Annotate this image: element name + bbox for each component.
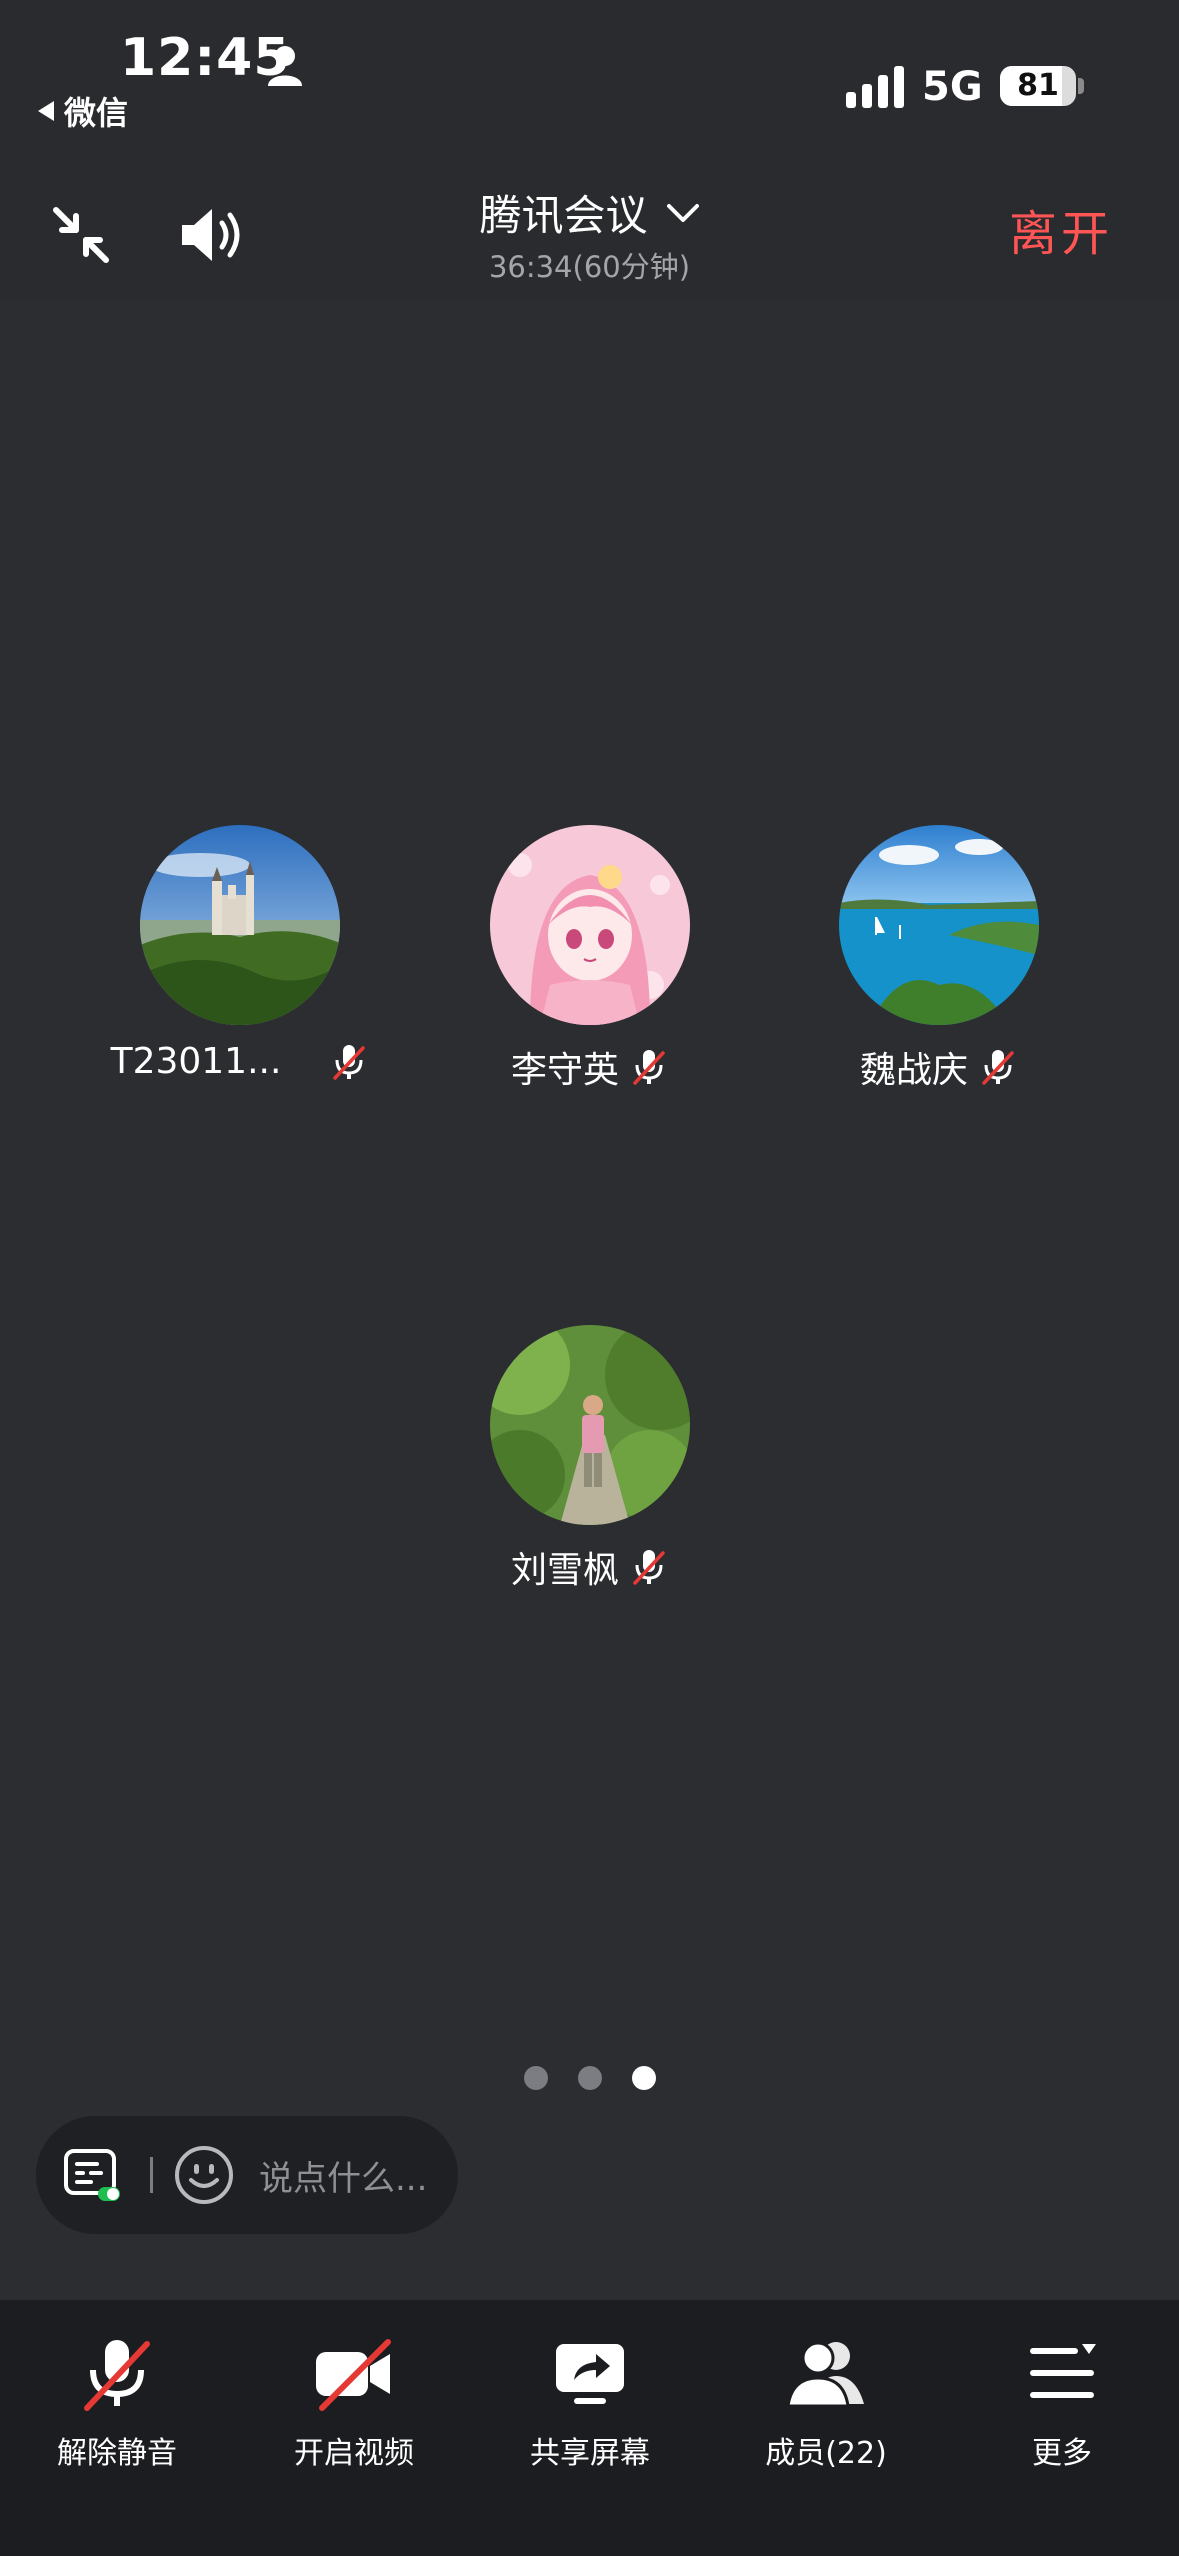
anime-girl-avatar bbox=[490, 825, 690, 1025]
participant-name: T23011... bbox=[110, 1041, 282, 1082]
subtitles-icon bbox=[64, 2149, 120, 2201]
meeting-duration: 36:34(60分钟) bbox=[488, 250, 691, 284]
more-label: 更多 bbox=[1032, 2436, 1092, 2471]
avatar bbox=[839, 825, 1039, 1025]
battery-tip bbox=[1078, 78, 1084, 94]
page-dot[interactable] bbox=[577, 2066, 602, 2090]
unmute-label: 解除静音 bbox=[57, 2436, 177, 2471]
leave-button[interactable]: 离开 bbox=[1009, 194, 1113, 264]
chat-bar[interactable]: 说点什么... bbox=[36, 2116, 458, 2234]
status-time: 12:45 bbox=[120, 28, 291, 88]
members-label: 成员(22) bbox=[765, 2436, 887, 2471]
more-button[interactable]: 更多 bbox=[944, 2326, 1179, 2472]
participant-name-row: 李守英 bbox=[440, 1041, 740, 1093]
mic-off-icon bbox=[633, 1550, 665, 1585]
subtitles-toggle-button[interactable] bbox=[62, 2145, 122, 2205]
participant-tile[interactable]: 刘雪枫 bbox=[440, 1325, 740, 1593]
meeting-toolbar: 解除静音 开启视频 共享屏幕 成员(22) 更多 bbox=[0, 2300, 1179, 2556]
mic-off-icon bbox=[84, 2340, 150, 2411]
more-icon bbox=[1030, 2344, 1096, 2398]
start-video-label: 开启视频 bbox=[294, 2436, 414, 2471]
mic-off-icon bbox=[982, 1050, 1014, 1085]
share-screen-button[interactable]: 共享屏幕 bbox=[472, 2326, 708, 2472]
members-icon bbox=[786, 2341, 864, 2408]
page-dot[interactable] bbox=[523, 2066, 548, 2090]
participant-tile[interactable]: 李守英 bbox=[440, 825, 740, 1093]
meeting-title[interactable]: 腾讯会议 bbox=[0, 182, 1179, 243]
mic-off-icon bbox=[333, 1044, 366, 1080]
video-off-icon bbox=[316, 2339, 391, 2411]
avatar bbox=[490, 1325, 690, 1525]
sea-bay-avatar bbox=[839, 825, 1039, 1025]
participant-name-row: 魏战庆 bbox=[789, 1041, 1089, 1093]
participant-tile[interactable]: 魏战庆 bbox=[789, 825, 1089, 1093]
back-label: 微信 bbox=[64, 94, 129, 132]
start-video-button[interactable]: 开启视频 bbox=[236, 2326, 472, 2472]
back-to-wechat[interactable]: 微信 bbox=[38, 88, 128, 134]
page-indicator[interactable] bbox=[0, 2066, 1179, 2090]
participant-name: 魏战庆 bbox=[859, 1050, 968, 1091]
chat-input[interactable]: 说点什么... bbox=[259, 2151, 427, 2200]
participant-name-row: 刘雪枫 bbox=[440, 1541, 740, 1593]
chevron-down-icon bbox=[666, 203, 699, 222]
avatar bbox=[490, 825, 690, 1025]
meeting-title-text: 腾讯会议 bbox=[479, 191, 648, 240]
participant-name: 李守英 bbox=[510, 1050, 619, 1091]
page-dot-active[interactable] bbox=[631, 2066, 656, 2090]
share-screen-icon bbox=[556, 2344, 624, 2404]
meeting-header: 腾讯会议 36:34(60分钟) 离开 bbox=[0, 170, 1179, 300]
chat-divider bbox=[150, 2157, 153, 2193]
mic-off-icon bbox=[633, 1050, 665, 1085]
status-bar: 12:45 微信 5G 81 bbox=[0, 0, 1179, 170]
battery-icon: 81 bbox=[1000, 66, 1076, 106]
emoji-icon[interactable] bbox=[173, 2144, 235, 2206]
back-arrow-icon bbox=[38, 101, 54, 121]
participant-name: 刘雪枫 bbox=[510, 1550, 619, 1591]
meeting-screen: 12:45 微信 5G 81 腾讯会议 36:34(60分钟) 离开 T2301… bbox=[0, 0, 1179, 2556]
unmute-button[interactable]: 解除静音 bbox=[0, 2326, 235, 2472]
person-in-forest-avatar bbox=[490, 1325, 690, 1525]
castle-landscape-avatar bbox=[140, 825, 340, 1025]
signal-icon bbox=[846, 66, 904, 108]
members-button[interactable]: 成员(22) bbox=[708, 2326, 944, 2472]
participant-name-row: T23011... bbox=[90, 1041, 390, 1082]
participant-tile[interactable]: T23011... bbox=[90, 825, 390, 1082]
share-screen-label: 共享屏幕 bbox=[530, 2436, 650, 2471]
person-icon bbox=[268, 46, 302, 86]
avatar bbox=[140, 825, 340, 1025]
network-type: 5G bbox=[922, 64, 983, 110]
battery-level: 81 bbox=[1017, 68, 1059, 103]
